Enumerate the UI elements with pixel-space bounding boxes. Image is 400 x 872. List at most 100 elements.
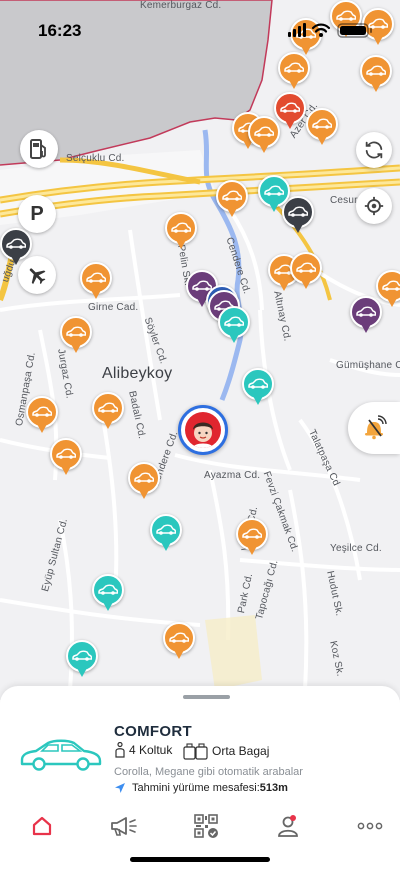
- luggage-icon: [183, 743, 208, 760]
- pin-tail: [61, 466, 71, 475]
- status-time: 16:23: [38, 21, 82, 40]
- pin-tail: [176, 240, 186, 249]
- vehicle-pin[interactable]: [242, 368, 274, 408]
- street-label: Girne Cad.: [88, 302, 139, 313]
- pin-tail: [387, 298, 397, 307]
- pin-tail: [11, 256, 21, 265]
- vehicle-pin[interactable]: [165, 212, 197, 252]
- tab-profile[interactable]: [268, 808, 308, 844]
- street-label: Ayazma Cd.: [204, 470, 261, 481]
- district-label: Alibeykoy: [102, 365, 173, 382]
- vehicle-pin[interactable]: [218, 306, 250, 346]
- locate-button[interactable]: [356, 188, 392, 224]
- walk-distance-value: 513m: [259, 782, 288, 794]
- street-label: Yeşilce Cd.: [330, 543, 382, 554]
- vehicle-pin[interactable]: [66, 640, 98, 680]
- bottom-tab-bar: [0, 808, 400, 844]
- refresh-icon: [365, 141, 383, 159]
- pin-tail: [289, 80, 299, 89]
- pin-tail: [227, 208, 237, 217]
- pin-tail: [71, 344, 81, 353]
- pin-tail: [301, 280, 311, 289]
- more-icon: [357, 822, 383, 830]
- vehicle-class-title: COMFORT: [114, 723, 192, 740]
- tab-qr[interactable]: [186, 808, 226, 844]
- pin-tail: [269, 203, 279, 212]
- vehicle-pin[interactable]: [80, 262, 112, 302]
- walk-distance: Tahmini yürüme mesafesi:513m: [114, 782, 288, 794]
- pin-tail: [317, 136, 327, 145]
- home-icon: [32, 816, 52, 836]
- seat-spec: 4 Koltuk: [114, 742, 172, 758]
- vehicle-pin[interactable]: [26, 396, 58, 436]
- vehicle-pin[interactable]: [216, 180, 248, 220]
- pin-tail: [139, 490, 149, 499]
- pin-tail: [229, 334, 239, 343]
- pin-tail: [285, 120, 295, 129]
- luggage-spec: Orta Bagaj: [183, 742, 269, 760]
- street-label: Selçuklu Cd.: [66, 153, 125, 164]
- car-illustration: [20, 739, 102, 771]
- tab-home[interactable]: [22, 808, 62, 844]
- signal-icon: [288, 23, 306, 37]
- vehicle-pin[interactable]: [290, 252, 322, 292]
- vehicle-class-sheet[interactable]: COMFORT 4 Koltuk Orta Bagaj Corolla, Meg…: [0, 686, 400, 872]
- pin-tail: [103, 420, 113, 429]
- walk-distance-label: Tahmini yürüme mesafesi:: [132, 782, 260, 794]
- qr-code-icon: [194, 814, 218, 838]
- map-view[interactable]: Kemerburgaz Cd. Selçuklu Cd. uğdu Girne …: [0, 0, 400, 700]
- home-indicator: [130, 857, 270, 862]
- locate-icon: [364, 196, 384, 216]
- vehicle-pin[interactable]: [163, 622, 195, 662]
- street-label: Gümüşhane Cd.: [336, 360, 400, 371]
- vehicle-pin[interactable]: [236, 518, 268, 558]
- luggage-size: Orta Bagaj: [212, 744, 270, 758]
- tab-campaigns[interactable]: [104, 808, 144, 844]
- fuel-station-icon[interactable]: [20, 130, 58, 168]
- avatar: [185, 412, 221, 448]
- pin-tail: [293, 224, 303, 233]
- vehicle-pin[interactable]: [376, 270, 400, 310]
- wifi-icon: [311, 23, 331, 33]
- vehicle-pin[interactable]: [306, 108, 338, 148]
- refresh-button[interactable]: [356, 132, 392, 168]
- vehicle-pin[interactable]: [248, 116, 280, 156]
- sheet-handle[interactable]: [183, 695, 230, 699]
- vehicle-pin[interactable]: [128, 462, 160, 502]
- tab-more[interactable]: [350, 808, 390, 844]
- seat-icon: [115, 742, 125, 758]
- vehicle-pin[interactable]: [92, 574, 124, 614]
- vehicle-pin[interactable]: [92, 392, 124, 432]
- pin-tail: [259, 144, 269, 153]
- vehicle-class-description: Corolla, Megane gibi otomatik arabalar: [114, 766, 303, 778]
- street-label: Kemerburgaz Cd.: [140, 0, 222, 11]
- pin-tail: [37, 424, 47, 433]
- vehicle-pin[interactable]: [258, 175, 290, 215]
- navigation-arrow-icon: [115, 783, 125, 793]
- parking-icon[interactable]: P: [18, 195, 56, 233]
- pin-tail: [77, 668, 87, 677]
- status-icons: [288, 18, 378, 42]
- seat-count: 4 Koltuk: [129, 743, 173, 757]
- airport-icon[interactable]: [18, 256, 56, 294]
- vehicle-pin[interactable]: [60, 316, 92, 356]
- notification-side-tab[interactable]: [348, 402, 400, 454]
- pin-tail: [247, 546, 257, 555]
- vehicle-pin[interactable]: [50, 438, 82, 478]
- pin-tail: [253, 396, 263, 405]
- pin-tail: [371, 83, 381, 92]
- battery-icon: [337, 23, 372, 38]
- pin-tail: [174, 650, 184, 659]
- vehicle-pin[interactable]: [278, 52, 310, 92]
- megaphone-icon: [111, 817, 137, 836]
- profile-icon: [278, 815, 298, 837]
- vehicle-pin[interactable]: [150, 514, 182, 554]
- pin-tail: [161, 542, 171, 551]
- pin-tail: [279, 282, 289, 291]
- pin-tail: [91, 290, 101, 299]
- pin-tail: [103, 602, 113, 611]
- user-location-marker[interactable]: [178, 405, 228, 455]
- notification-icon: [365, 415, 387, 440]
- vehicle-pin[interactable]: [360, 55, 392, 95]
- pin-tail: [361, 324, 371, 333]
